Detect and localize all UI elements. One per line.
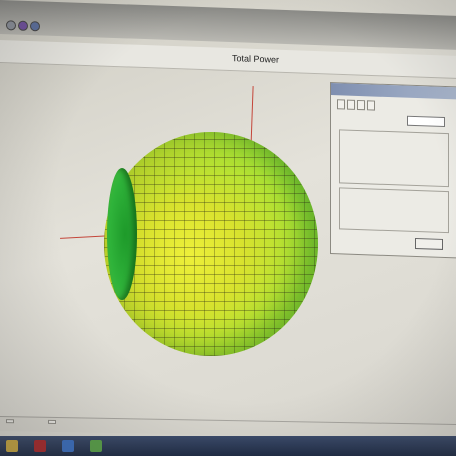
dialog-tab[interactable] <box>347 99 355 110</box>
sphere-null-region <box>107 168 137 300</box>
app-icon[interactable] <box>90 440 102 452</box>
bottom-tab[interactable] <box>48 419 56 424</box>
app-icon[interactable] <box>6 440 18 452</box>
screen: Total Power <box>0 0 456 456</box>
dialog-tab[interactable] <box>337 99 345 110</box>
ok-button[interactable] <box>415 237 443 250</box>
properties-dialog[interactable] <box>330 82 456 259</box>
dialog-groupbox <box>339 129 449 188</box>
window-control-icon[interactable] <box>6 20 16 31</box>
dialog-tab[interactable] <box>357 99 365 111</box>
bottom-tab[interactable] <box>6 419 14 424</box>
plot-title: Total Power <box>232 53 280 65</box>
app-icon[interactable] <box>34 440 46 452</box>
taskbar <box>0 436 456 456</box>
window-control-icon[interactable] <box>18 20 28 31</box>
app-icon[interactable] <box>62 440 74 452</box>
dialog-input-field[interactable] <box>407 115 445 128</box>
dialog-tab[interactable] <box>367 100 375 111</box>
dialog-tabs <box>337 99 375 111</box>
window-control-icon[interactable] <box>30 21 40 32</box>
dialog-groupbox <box>339 184 449 234</box>
dialog-title <box>331 83 456 100</box>
